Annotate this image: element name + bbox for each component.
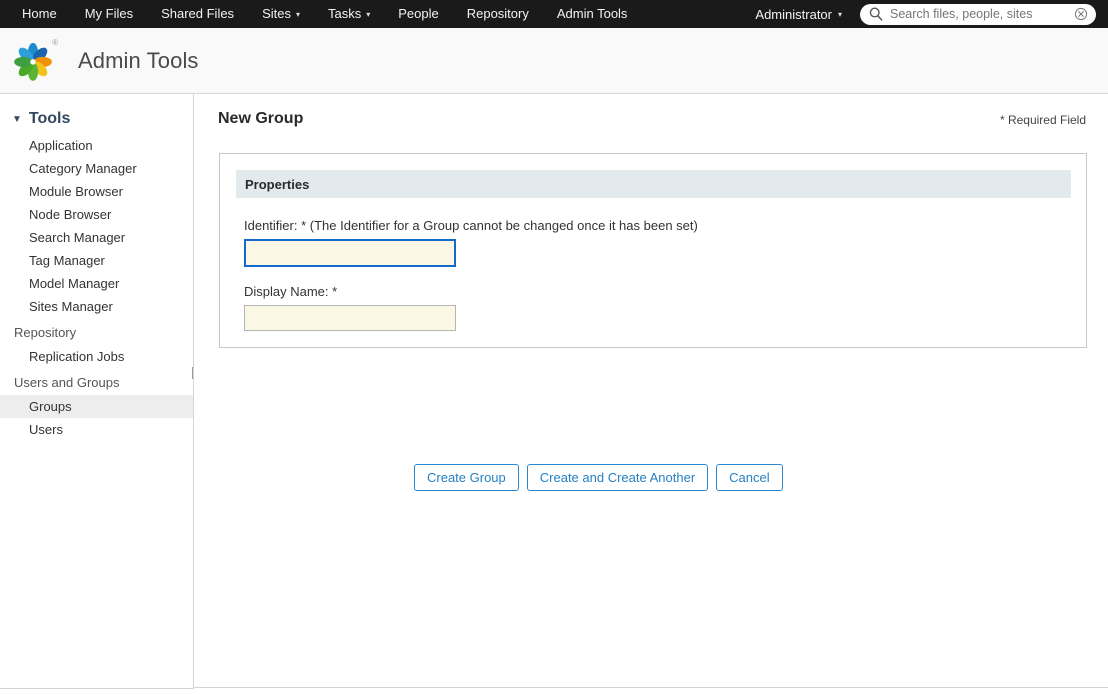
alfresco-pinwheel-logo: ® <box>10 37 58 84</box>
nav-item-label: Shared Files <box>161 6 235 21</box>
sidebar-item-label: Tag Manager <box>29 253 105 268</box>
nav-item-repository[interactable]: Repository <box>453 0 543 28</box>
grip-line <box>191 367 193 379</box>
properties-panel-body: Identifier: * (The Identifier for a Grou… <box>220 198 1086 331</box>
sidebar-group-tools-label: Tools <box>28 110 71 127</box>
sidebar-item-label: Module Browser <box>29 184 123 199</box>
search-icon <box>869 7 883 21</box>
top-navigation-bar: Home My Files Shared Files Sites ▾ Tasks ▾ Peop… <box>0 0 1108 28</box>
nav-item-label: Home <box>22 6 57 21</box>
sidebar-item-module-browser[interactable]: Module Browser <box>0 180 193 203</box>
page-title: New Group <box>218 110 304 127</box>
nav-item-sites[interactable]: Sites ▾ <box>248 0 314 28</box>
properties-panel-title: Properties <box>245 176 310 192</box>
sidebar-item-label: Replication Jobs <box>29 349 125 364</box>
clear-circle-icon[interactable] <box>1074 7 1088 21</box>
top-nav-items: Home My Files Shared Files Sites ▾ Tasks ▾ Peop… <box>0 0 641 28</box>
user-menu-label: Administrator <box>755 6 832 22</box>
properties-panel: Properties Identifier: * (The Identifier… <box>219 153 1087 348</box>
display-name-input[interactable] <box>244 305 456 331</box>
sidebar-group-repository-label: Repository <box>14 325 77 340</box>
main-content: New Group * Required Field Properties Id… <box>194 94 1108 688</box>
nav-item-admin-tools[interactable]: Admin Tools <box>543 0 642 28</box>
sidebar: ▼ Tools Application Category Manager Modul… <box>0 94 194 689</box>
sidebar-item-model-manager[interactable]: Model Manager <box>0 272 193 295</box>
content-header: New Group * Required Field <box>194 94 1108 144</box>
sidebar-item-label: Search Manager <box>29 230 126 245</box>
identifier-input[interactable] <box>244 239 456 267</box>
nav-item-label: Admin Tools <box>556 6 628 21</box>
sidebar-item-node-browser[interactable]: Node Browser <box>0 203 193 226</box>
properties-panel-header: Properties <box>236 170 1071 198</box>
sidebar-item-application[interactable]: Application <box>0 134 193 157</box>
sidebar-item-sites-manager[interactable]: Sites Manager <box>0 295 193 318</box>
top-nav-right-group: Administrator ▾ <box>755 0 1108 28</box>
field-label: Display Name: * <box>244 284 338 299</box>
user-menu-administrator[interactable]: Administrator ▾ <box>755 7 860 22</box>
create-and-create-another-button[interactable]: Create and Create Another <box>526 464 709 491</box>
sidebar-group-tools[interactable]: ▼ Tools <box>0 94 193 134</box>
application-header: ® Admin Tools <box>0 28 1108 94</box>
search-input[interactable] <box>890 4 1074 24</box>
sidebar-item-label: Sites Manager <box>29 299 113 314</box>
sidebar-item-search-manager[interactable]: Search Manager <box>0 226 193 249</box>
sidebar-item-label: Model Manager <box>29 276 120 291</box>
form-actions: Create Group Create and Create Another Can… <box>414 464 783 491</box>
triangle-down-icon: ▼ <box>12 113 22 125</box>
page-app-title: Admin Tools <box>78 47 199 73</box>
nav-item-tasks[interactable]: Tasks ▾ <box>314 0 384 28</box>
sidebar-repository-items: Replication Jobs <box>0 345 193 368</box>
sidebar-item-replication-jobs[interactable]: Replication Jobs <box>0 345 193 368</box>
cancel-button[interactable]: Cancel <box>716 464 783 491</box>
sidebar-item-label: Application <box>29 138 93 153</box>
pinwheel-petals-icon <box>14 42 52 81</box>
sidebar-item-label: Groups <box>29 399 72 414</box>
nav-item-people[interactable]: People <box>384 0 452 28</box>
required-field-note: * Required Field <box>999 113 1086 127</box>
sidebar-group-users-label: Users and Groups <box>14 375 120 390</box>
create-group-button[interactable]: Create Group <box>414 464 519 491</box>
sidebar-item-tag-manager[interactable]: Tag Manager <box>0 249 193 272</box>
field-block: Display Name: * <box>244 284 1086 331</box>
sidebar-item-label: Category Manager <box>29 161 137 176</box>
sidebar-item-groups[interactable]: Groups <box>0 395 193 418</box>
nav-item-my-files[interactable]: My Files <box>71 0 147 28</box>
sidebar-item-category-manager[interactable]: Category Manager <box>0 157 193 180</box>
nav-item-home[interactable]: Home <box>8 0 71 28</box>
nav-item-label: My Files <box>84 6 134 21</box>
sidebar-users-items: Groups Users <box>0 395 193 441</box>
sidebar-item-users[interactable]: Users <box>0 418 193 441</box>
nav-item-label: Repository <box>466 6 529 21</box>
chevron-down-icon: ▾ <box>295 10 300 19</box>
sidebar-tools-items: Application Category Manager Module Browse… <box>0 134 193 318</box>
nav-item-shared-files[interactable]: Shared Files <box>147 0 248 28</box>
nav-item-label: People <box>398 6 439 21</box>
sidebar-item-label: Node Browser <box>29 207 112 222</box>
chevron-down-icon: ▾ <box>366 10 371 19</box>
sidebar-item-label: Users <box>29 422 63 437</box>
nav-item-label: Sites <box>262 6 291 21</box>
registered-trademark-icon: ® <box>52 37 58 47</box>
chevron-down-icon: ▾ <box>837 10 842 19</box>
field-block: Identifier: * (The Identifier for a Grou… <box>244 218 1086 267</box>
global-search-box[interactable] <box>860 3 1096 25</box>
field-label: Identifier: * (The Identifier for a Grou… <box>244 218 698 233</box>
nav-item-label: Tasks <box>327 6 362 21</box>
